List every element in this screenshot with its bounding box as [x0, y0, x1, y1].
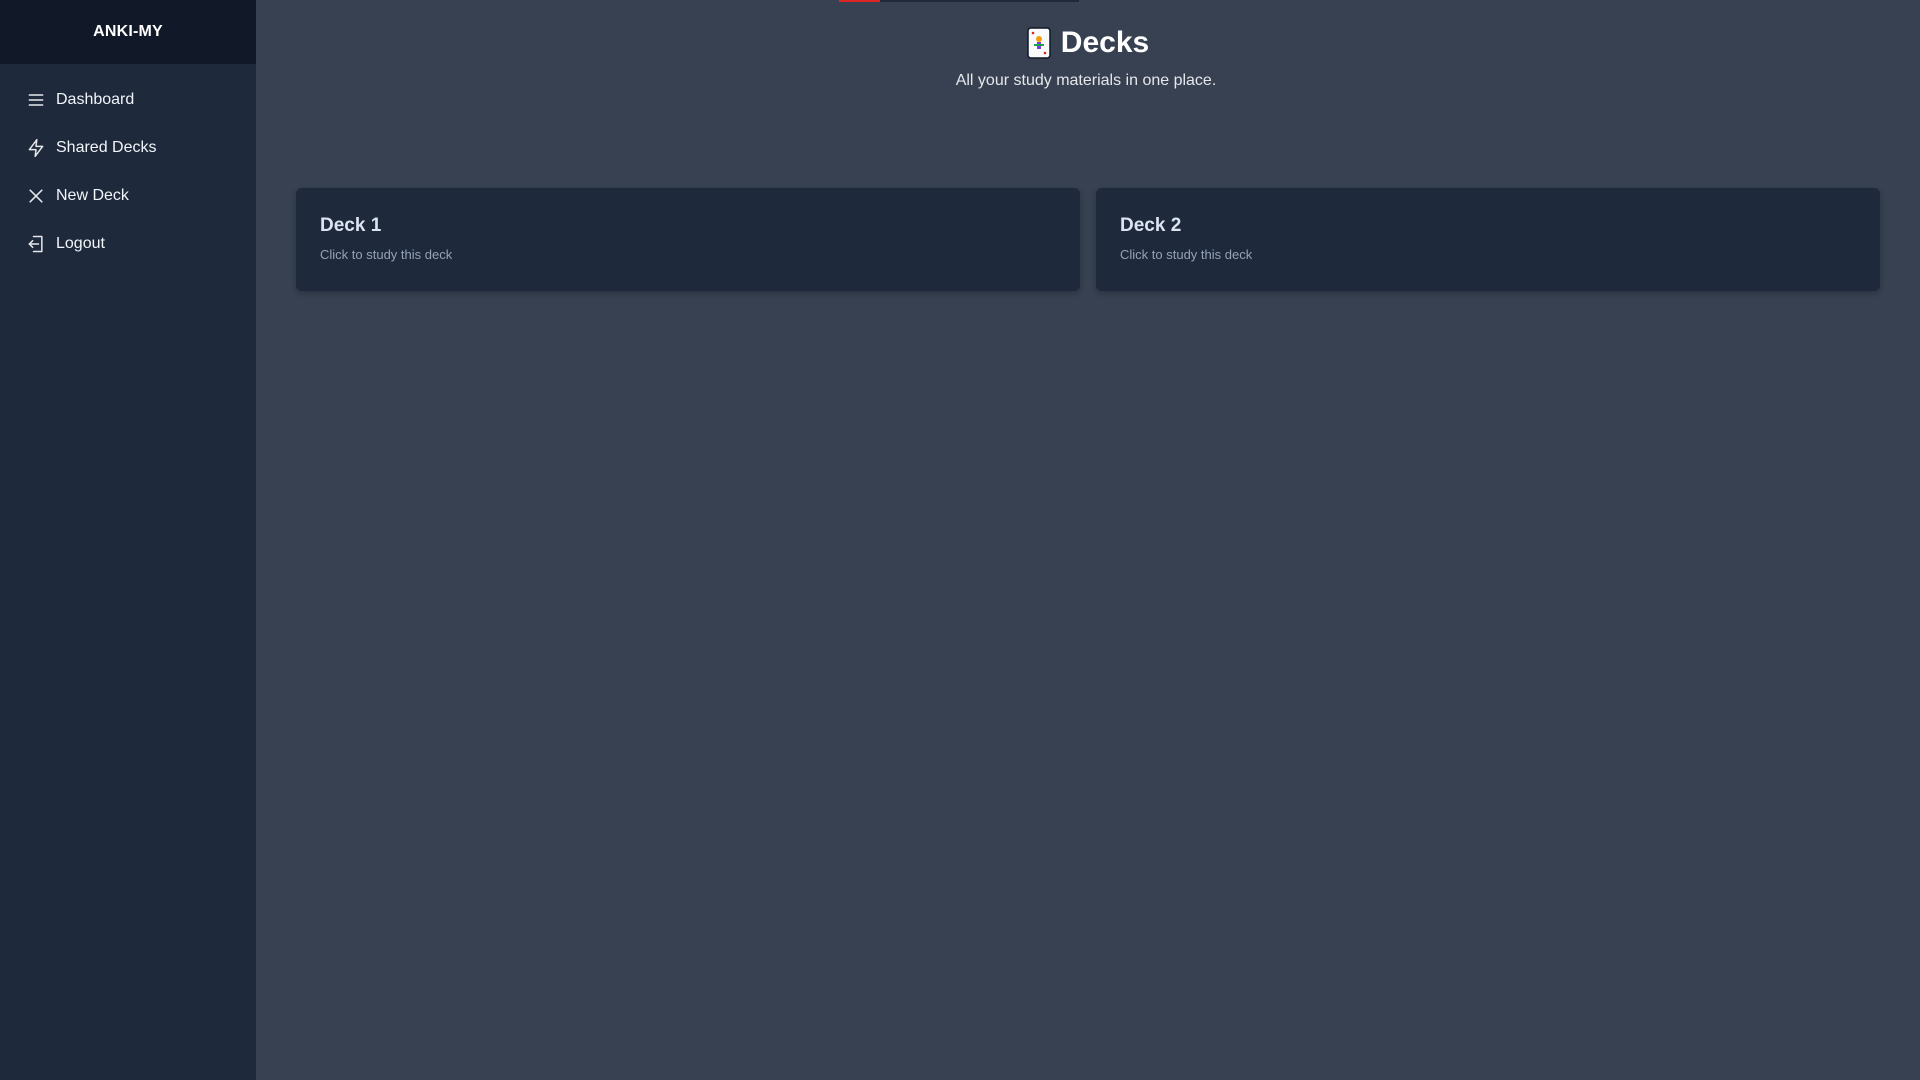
loading-progress-bar: [839, 0, 1079, 2]
app-brand[interactable]: ANKI-MY: [0, 0, 256, 64]
sidebar-item-dashboard[interactable]: Dashboard: [0, 76, 256, 124]
title-row: Decks: [256, 24, 1920, 62]
close-icon: [26, 186, 46, 206]
sidebar-item-label: Dashboard: [56, 91, 135, 108]
sidebar-item-shared-decks[interactable]: Shared Decks: [0, 124, 256, 172]
deck-title: Deck 1: [320, 215, 382, 236]
deck-card-1[interactable]: Deck 1 Click to study this deck: [296, 188, 1080, 291]
sidebar-item-label: Logout: [56, 235, 105, 252]
sidebar-item-label: New Deck: [56, 187, 129, 204]
page-title: Decks: [1060, 26, 1150, 59]
sidebar: ANKI-MY Dashboard Shared Decks New Deck …: [0, 0, 256, 1080]
main-content: Decks All your study materials in one pl…: [256, 0, 1920, 1080]
card-deck-icon: [1027, 27, 1051, 59]
sidebar-nav: Dashboard Shared Decks New Deck Logout: [0, 64, 256, 268]
deck-subtitle: Click to study this deck: [1120, 247, 1253, 262]
deck-subtitle: Click to study this deck: [320, 247, 453, 262]
sidebar-item-logout[interactable]: Logout: [0, 220, 256, 268]
deck-card-2[interactable]: Deck 2 Click to study this deck: [1096, 188, 1880, 291]
sidebar-item-label: Shared Decks: [56, 139, 157, 156]
page-header: Decks All your study materials in one pl…: [256, 24, 1920, 90]
menu-icon: [26, 90, 46, 110]
deck-title: Deck 2: [1120, 215, 1182, 236]
lightning-icon: [26, 138, 46, 158]
logout-icon: [26, 234, 46, 254]
page-subtitle: All your study materials in one place.: [955, 72, 1217, 89]
sidebar-item-new-deck[interactable]: New Deck: [0, 172, 256, 220]
loading-progress-fill: [839, 0, 880, 2]
deck-grid: Deck 1 Click to study this deck Deck 2 C…: [296, 188, 1880, 291]
